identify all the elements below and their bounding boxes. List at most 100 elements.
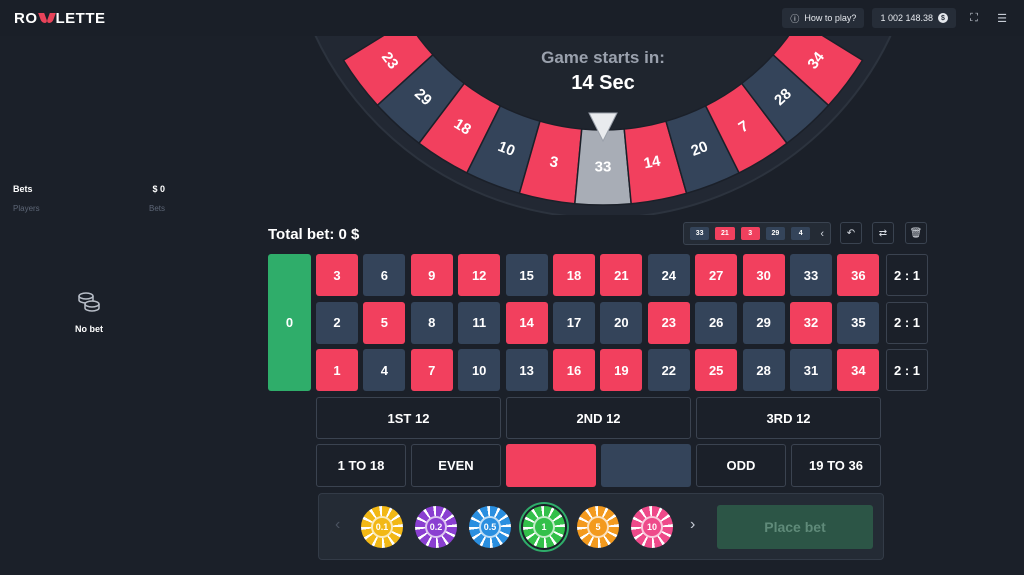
balance-display: 1 002 148.38 $ bbox=[872, 8, 956, 28]
countdown-value: 14 Sec bbox=[571, 72, 635, 94]
undo-icon[interactable]: ↶ bbox=[840, 222, 862, 244]
dozen-bet-cell[interactable]: 1ST 12 bbox=[316, 397, 501, 439]
number-cell[interactable]: 14 bbox=[505, 301, 548, 344]
hamburger-icon[interactable]: ☰ bbox=[992, 8, 1012, 28]
dozen-bet-cell[interactable]: 2ND 12 bbox=[506, 397, 691, 439]
number-cell[interactable]: 7 bbox=[410, 349, 453, 391]
chip-button[interactable]: 1 bbox=[523, 506, 565, 548]
logo-text-ro: RO bbox=[14, 9, 38, 27]
column-bet-cell[interactable]: 2 : 1 bbox=[886, 301, 928, 344]
chevron-left-icon[interactable]: ‹ bbox=[335, 516, 340, 534]
number-cell[interactable]: 18 bbox=[553, 254, 595, 296]
how-to-play-label: How to play? bbox=[804, 13, 857, 23]
low-bet-cell[interactable]: 1 TO 18 bbox=[316, 444, 406, 487]
place-bet-button[interactable]: Place bet bbox=[717, 505, 873, 549]
chip-value: 0.5 bbox=[479, 516, 501, 538]
number-cell-zero[interactable]: 0 bbox=[268, 254, 311, 391]
high-bet-cell[interactable]: 19 TO 36 bbox=[791, 444, 881, 487]
number-cell[interactable]: 6 bbox=[363, 254, 406, 296]
number-cell[interactable]: 17 bbox=[553, 301, 595, 344]
number-cell[interactable]: 16 bbox=[553, 349, 595, 391]
number-cell[interactable]: 35 bbox=[837, 301, 880, 344]
balance-value: 1 002 148.38 bbox=[880, 13, 933, 23]
history-result: 3 bbox=[740, 227, 760, 240]
number-cell[interactable]: 23 bbox=[647, 301, 690, 344]
number-cell[interactable]: 29 bbox=[742, 301, 785, 344]
dozen-bet-cell[interactable]: 3RD 12 bbox=[696, 397, 881, 439]
number-cell[interactable]: 32 bbox=[790, 301, 832, 344]
column-bet-cell[interactable]: 2 : 1 bbox=[886, 254, 928, 296]
black-bet-cell[interactable] bbox=[601, 444, 691, 487]
number-cell[interactable]: 15 bbox=[505, 254, 548, 296]
number-cell[interactable]: 19 bbox=[600, 349, 643, 391]
chip-value: 5 bbox=[587, 516, 609, 538]
chip-button[interactable]: 5 bbox=[577, 506, 619, 548]
number-cell[interactable]: 24 bbox=[647, 254, 690, 296]
history-result: 4 bbox=[791, 227, 811, 240]
history-result: 21 bbox=[715, 227, 735, 240]
number-cell[interactable]: 28 bbox=[742, 349, 785, 391]
countdown-label: Game starts in: bbox=[541, 48, 665, 67]
number-cell[interactable]: 10 bbox=[458, 349, 501, 391]
players-column-label: Players bbox=[13, 204, 40, 213]
number-cell[interactable]: 25 bbox=[695, 349, 738, 391]
bets-column-label: Bets bbox=[148, 204, 165, 213]
no-bet-label: No bet bbox=[75, 324, 103, 334]
number-cell[interactable]: 5 bbox=[363, 301, 406, 344]
number-cell[interactable]: 27 bbox=[695, 254, 738, 296]
fullscreen-icon[interactable]: ⛶ bbox=[964, 8, 984, 28]
number-cell[interactable]: 12 bbox=[458, 254, 501, 296]
no-bet-placeholder: No bet bbox=[60, 291, 118, 337]
bets-panel: Bets $ 0 Players Bets No bet bbox=[0, 36, 178, 575]
number-cell[interactable]: 26 bbox=[695, 301, 738, 344]
chip-value: 0.2 bbox=[425, 516, 447, 538]
number-cell[interactable]: 34 bbox=[837, 349, 880, 391]
number-cell[interactable]: 31 bbox=[790, 349, 832, 391]
chip-button[interactable]: 0.2 bbox=[415, 506, 457, 548]
dollar-coin-icon: $ bbox=[938, 13, 948, 23]
bets-value: $ 0 bbox=[152, 184, 165, 194]
number-cell[interactable]: 2 bbox=[316, 301, 358, 344]
info-icon: ⓘ bbox=[790, 13, 800, 24]
logo-text-lette: LETTE bbox=[55, 9, 106, 27]
red-bet-cell[interactable] bbox=[506, 444, 596, 487]
how-to-play-button[interactable]: ⓘ How to play? bbox=[782, 8, 865, 28]
number-cell[interactable]: 9 bbox=[410, 254, 453, 296]
chip-button[interactable]: 0.5 bbox=[469, 506, 511, 548]
number-cell[interactable]: 36 bbox=[837, 254, 880, 296]
odd-bet-cell[interactable]: ODD bbox=[696, 444, 786, 487]
number-cell[interactable]: 33 bbox=[790, 254, 832, 296]
number-cell[interactable]: 1 bbox=[316, 349, 358, 391]
logo: RO LETTE bbox=[14, 10, 106, 27]
chips-stack-icon bbox=[78, 292, 100, 312]
chevron-left-icon[interactable]: ‹ bbox=[820, 228, 824, 240]
chip-value: 1 bbox=[533, 516, 555, 538]
chip-value: 0.1 bbox=[371, 516, 393, 538]
top-bar: RO LETTE ⓘ How to play? 1 002 148.38 $ ⛶ … bbox=[0, 0, 1024, 36]
wheel-number: 33 bbox=[595, 158, 612, 175]
number-cell[interactable]: 4 bbox=[363, 349, 406, 391]
even-bet-cell[interactable]: EVEN bbox=[411, 444, 501, 487]
number-cell[interactable]: 20 bbox=[600, 301, 643, 344]
repeat-icon[interactable]: ⇄ bbox=[872, 222, 894, 244]
chip-button[interactable]: 10 bbox=[631, 506, 673, 548]
column-bet-cell[interactable]: 2 : 1 bbox=[886, 349, 928, 391]
countdown: Game starts in: 14 Sec bbox=[503, 48, 703, 95]
number-cell[interactable]: 30 bbox=[742, 254, 785, 296]
number-cell[interactable]: 22 bbox=[647, 349, 690, 391]
logo-roulette-mark bbox=[39, 13, 55, 23]
history-strip: 33 21 3 29 4 ‹ bbox=[683, 222, 831, 245]
chip-selector: ‹ › Place bet 0.1 0.2 0.5 1 5 10 bbox=[318, 493, 884, 560]
history-result: 29 bbox=[765, 227, 786, 240]
number-cell[interactable]: 11 bbox=[458, 301, 501, 344]
number-cell[interactable]: 3 bbox=[316, 254, 358, 296]
trash-icon[interactable]: 🗑 bbox=[905, 222, 927, 244]
history-result: 33 bbox=[690, 227, 710, 240]
number-cell[interactable]: 13 bbox=[505, 349, 548, 391]
chevron-right-icon[interactable]: › bbox=[690, 516, 695, 534]
chip-button[interactable]: 0.1 bbox=[361, 506, 403, 548]
bets-label: Bets bbox=[13, 184, 33, 194]
number-cell[interactable]: 21 bbox=[600, 254, 643, 296]
total-bet: Total bet: 0 $ bbox=[268, 226, 360, 243]
number-cell[interactable]: 8 bbox=[410, 301, 453, 344]
